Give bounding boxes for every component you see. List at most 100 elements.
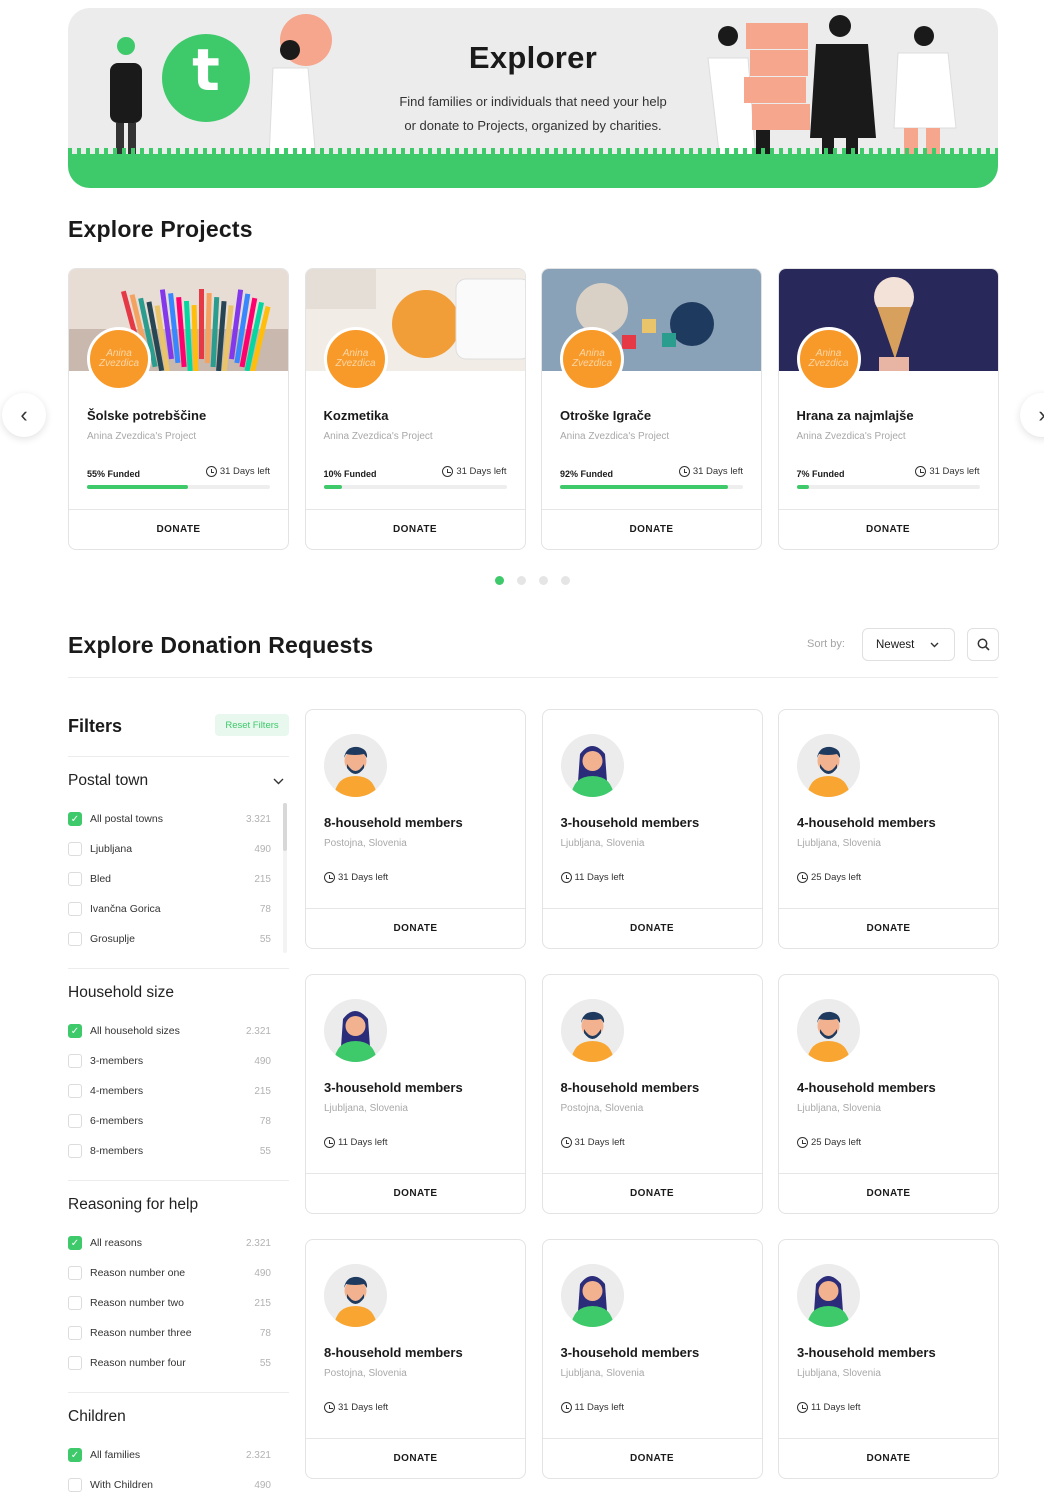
project-card[interactable]: Anina Zvezdica Kozmetika Anina Zvezdica's …: [304, 268, 526, 550]
clock-icon: [678, 466, 690, 477]
checkbox[interactable]: [68, 1356, 82, 1370]
filter-option-label: 3-members: [90, 1055, 144, 1067]
donate-button[interactable]: DONATE: [306, 1438, 525, 1478]
charity-logo: Anina Zvezdica: [87, 327, 151, 391]
filter-option[interactable]: Reason number three 78: [68, 1323, 271, 1343]
donate-button[interactable]: DONATE: [542, 1173, 762, 1213]
filter-option[interactable]: 4-members 215: [68, 1081, 271, 1101]
donate-button[interactable]: DONATE: [778, 509, 998, 549]
project-card[interactable]: Anina Zvezdica Otroške Igrače Anina Zvezdi…: [541, 268, 762, 550]
reset-filters-button[interactable]: Reset Filters: [215, 714, 289, 736]
donate-button[interactable]: DONATE: [306, 908, 525, 948]
request-card[interactable]: 3-household members Ljubljana, Slovenia 11…: [305, 974, 526, 1214]
filter-group-heading[interactable]: Postal town: [68, 772, 148, 790]
donate-button[interactable]: DONATE: [305, 509, 525, 549]
pagination-dot[interactable]: [561, 576, 570, 585]
request-card[interactable]: 3-household members Ljubljana, Slovenia 11…: [541, 709, 763, 949]
hero-grass: [68, 148, 998, 188]
project-owner: Anina Zvezdica's Project: [796, 431, 906, 442]
donate-button[interactable]: DONATE: [69, 509, 288, 549]
request-card[interactable]: 4-household members Ljubljana, Slovenia 25…: [778, 709, 999, 949]
project-card[interactable]: Anina Zvezdica Hrana za najmlajše Anina Zv…: [777, 268, 999, 550]
funded-percent: 92% Funded: [560, 469, 614, 479]
checkbox[interactable]: [68, 1084, 82, 1098]
days-left: 31 Days left: [915, 466, 980, 477]
request-card[interactable]: 3-household members Ljubljana, Slovenia 11…: [778, 1239, 999, 1479]
donate-button[interactable]: DONATE: [542, 509, 761, 549]
donate-button[interactable]: DONATE: [779, 1173, 998, 1213]
clock-icon: [324, 872, 335, 883]
filter-option[interactable]: Grosuplje 55: [68, 929, 271, 949]
donate-button[interactable]: DONATE: [306, 1173, 525, 1213]
filter-option[interactable]: 3-members 490: [68, 1051, 271, 1071]
checkbox[interactable]: ✓: [68, 1024, 82, 1038]
filter-option-count: 215: [254, 873, 271, 885]
woman-avatar: [560, 1264, 624, 1327]
checkbox[interactable]: ✓: [68, 1236, 82, 1250]
checkbox[interactable]: [68, 1296, 82, 1310]
woman-avatar: [797, 1264, 860, 1327]
donate-button[interactable]: DONATE: [779, 908, 998, 948]
project-card[interactable]: Anina Zvezdica Šolske potrebščine Anina Zv…: [68, 268, 289, 550]
postal-town-scrollbar[interactable]: [283, 803, 287, 953]
filter-option[interactable]: Reason number one 490: [68, 1263, 271, 1283]
filter-option[interactable]: With Children 490: [68, 1475, 271, 1492]
request-card[interactable]: 3-household members Ljubljana, Slovenia 11…: [541, 1239, 763, 1479]
chevron-right-icon: ›: [1038, 402, 1044, 428]
filter-option-count: 3.321: [245, 813, 271, 825]
sort-select[interactable]: Newest: [862, 628, 955, 661]
filter-option[interactable]: ✓ All families 2.321: [68, 1445, 271, 1465]
filter-option[interactable]: ✓ All household sizes 2.321: [68, 1021, 271, 1041]
days-left-text: 31 Days left: [929, 466, 980, 477]
filter-group-heading: Children: [68, 1408, 126, 1425]
filter-option[interactable]: Ljubljana 490: [68, 839, 271, 859]
checkbox[interactable]: ✓: [68, 812, 82, 826]
filter-option[interactable]: ✓ All reasons 2.321: [68, 1233, 271, 1253]
days-left-text: 31 Days left: [219, 466, 270, 477]
search-button[interactable]: [967, 628, 999, 661]
pagination-dot[interactable]: [539, 576, 548, 585]
checkbox[interactable]: [68, 872, 82, 886]
checkbox[interactable]: [68, 1326, 82, 1340]
checkbox[interactable]: [68, 842, 82, 856]
filter-option-count: 55: [259, 1357, 271, 1369]
pagination-dot[interactable]: [495, 576, 504, 585]
donate-button[interactable]: DONATE: [779, 1438, 998, 1478]
request-card[interactable]: 8-household members Postojna, Slovenia 31 …: [305, 709, 526, 949]
checkbox[interactable]: [68, 1114, 82, 1128]
checkbox[interactable]: [68, 1478, 82, 1492]
request-card[interactable]: 8-household members Postojna, Slovenia 31 …: [541, 974, 763, 1214]
request-title: 4-household members: [797, 1080, 936, 1095]
checkbox[interactable]: ✓: [68, 1448, 82, 1462]
filter-option[interactable]: Bled 215: [68, 869, 271, 889]
donate-button[interactable]: DONATE: [542, 908, 762, 948]
filter-option-label: Bled: [90, 873, 112, 885]
clock-icon: [205, 466, 217, 477]
checkbox[interactable]: [68, 1144, 82, 1158]
request-card[interactable]: 8-household members Postojna, Slovenia 31 …: [305, 1239, 526, 1479]
request-card[interactable]: 4-household members Ljubljana, Slovenia 25…: [778, 974, 999, 1214]
progress-fill: [87, 485, 188, 489]
filter-option[interactable]: Reason number two 215: [68, 1293, 271, 1313]
filter-option[interactable]: 6-members 78: [68, 1111, 271, 1131]
checkbox[interactable]: [68, 902, 82, 916]
pagination-dot[interactable]: [517, 576, 526, 585]
filter-option[interactable]: Ivančna Gorica 78: [68, 899, 271, 919]
checkbox[interactable]: [68, 932, 82, 946]
woman-avatar: [324, 999, 387, 1062]
filter-option[interactable]: Reason number four 55: [68, 1353, 271, 1373]
days-left: 11 Days left: [560, 872, 624, 883]
carousel-prev-button[interactable]: ‹: [2, 393, 46, 437]
donate-button[interactable]: DONATE: [542, 1438, 762, 1478]
request-title: 3-household members: [560, 1345, 700, 1360]
checkbox[interactable]: [68, 1266, 82, 1280]
filter-option[interactable]: 8-members 55: [68, 1141, 271, 1161]
scrollbar-thumb[interactable]: [283, 803, 287, 851]
chevron-down-icon[interactable]: [273, 774, 284, 788]
filter-option-count: 490: [254, 1267, 271, 1279]
clock-icon: [797, 1137, 808, 1148]
checkbox[interactable]: [68, 1054, 82, 1068]
filter-option[interactable]: ✓ All postal towns 3.321: [68, 809, 271, 829]
filter-divider: [68, 968, 289, 969]
carousel-next-button[interactable]: ›: [1020, 393, 1044, 437]
